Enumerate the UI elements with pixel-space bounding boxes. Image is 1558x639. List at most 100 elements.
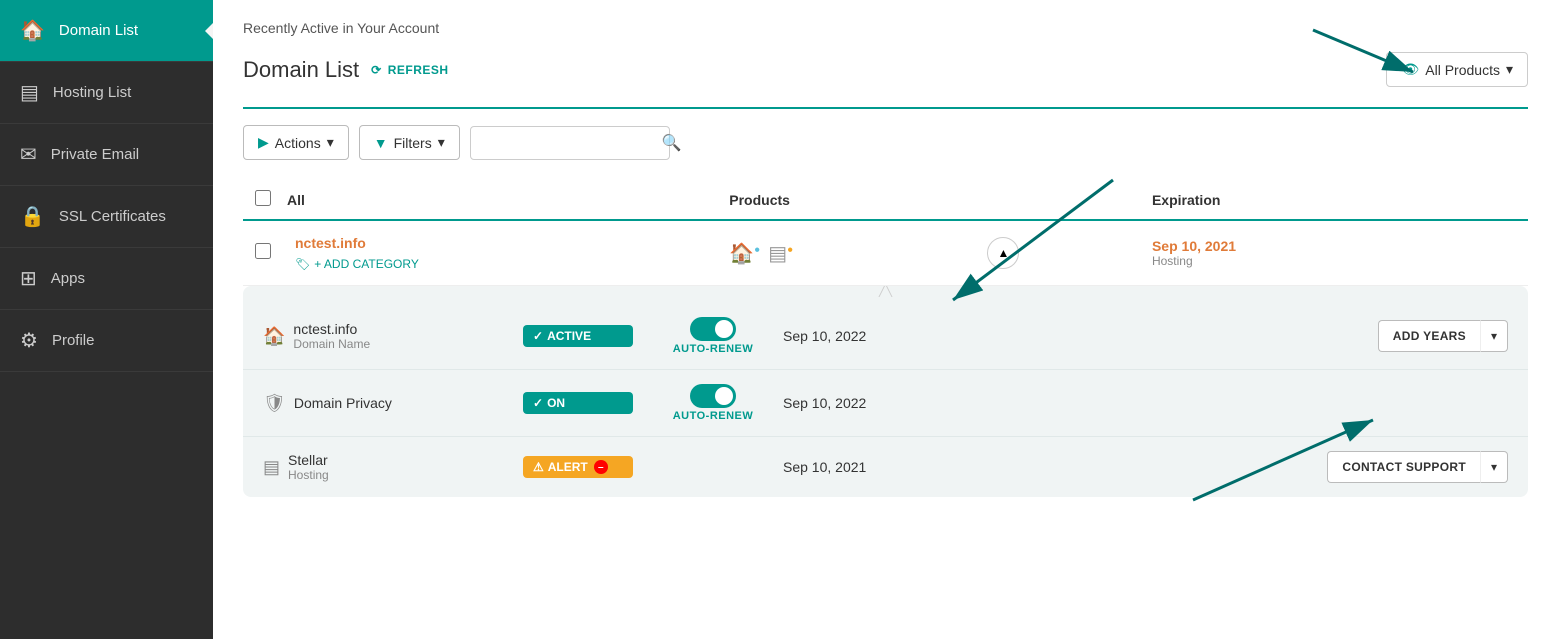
status-badge-alert: ⚠ ALERT – <box>523 456 633 478</box>
section-divider <box>243 107 1528 109</box>
lock-icon: 🔒 <box>20 204 45 229</box>
sidebar-item-apps[interactable]: ⊞ Apps <box>0 248 213 310</box>
sidebar-item-label: Apps <box>51 270 85 287</box>
checkmark-icon: ✓ <box>533 329 543 343</box>
sidebar-item-profile[interactable]: ⚙ Profile <box>0 310 213 372</box>
expanded-panel-row: ▲ 🏠 nctest.info Domain Name <box>243 286 1528 508</box>
domain-name-cell: nctest.info 🏷 + ADD CATEGORY <box>283 220 717 286</box>
expiration-date: Sep 10, 2022 <box>783 395 963 411</box>
chevron-down-icon: ▾ <box>438 134 445 151</box>
stellar-sub: Hosting <box>288 468 329 482</box>
domain-link[interactable]: nctest.info <box>295 235 366 251</box>
add-years-dropdown[interactable]: ▾ <box>1480 320 1508 352</box>
expiration-sub: Hosting <box>1152 254 1445 268</box>
table-header: All Products Expiration <box>243 180 1528 220</box>
table-row: nctest.info 🏷 + ADD CATEGORY 🏠● ▤● ▲ <box>243 220 1528 286</box>
domain-products-cell: 🏠● ▤● <box>717 220 975 286</box>
sidebar-item-private-email[interactable]: ✉ Private Email <box>0 124 213 186</box>
expiration-date: Sep 10, 2022 <box>783 328 963 344</box>
main-content: Recently Active in Your Account Domain L… <box>213 0 1558 639</box>
select-all-checkbox[interactable] <box>255 190 271 206</box>
domain-action-cell <box>1457 220 1528 286</box>
stellar-name: ▤ Stellar Hosting <box>263 452 523 482</box>
status-col: ✓ ACTIVE <box>523 325 643 347</box>
row-checkbox[interactable] <box>255 243 271 259</box>
alert-icon: ⚠ <box>533 460 544 474</box>
tag-icon: 🏷 <box>295 257 310 271</box>
expanded-row: 🛡 Domain Privacy ✓ ON <box>243 370 1528 437</box>
domain-list-title: Domain List ⟳ REFRESH <box>243 57 449 83</box>
domain-table: All Products Expiration nctest.info <box>243 180 1528 507</box>
gear-icon: ⚙ <box>20 328 38 353</box>
auto-renew-col: AUTO-RENEW <box>643 384 783 422</box>
filter-icon: ▼ <box>374 135 388 151</box>
action-btn-group: ADD YEARS ▾ <box>1378 320 1508 352</box>
play-icon: ▶ <box>258 134 269 151</box>
auto-renew-toggle[interactable] <box>690 317 736 341</box>
auto-renew-col: AUTO-RENEW <box>643 317 783 355</box>
email-icon: ✉ <box>20 142 37 167</box>
expanded-name-sub: Domain Name <box>293 337 370 351</box>
sidebar-item-label: Hosting List <box>53 84 131 101</box>
refresh-button[interactable]: ⟳ REFRESH <box>371 63 448 77</box>
sidebar-item-label: Private Email <box>51 146 139 163</box>
refresh-icon: ⟳ <box>371 63 382 77</box>
checkbox-header <box>243 180 283 220</box>
home-icon: 🏠 <box>20 18 45 43</box>
expanded-panel: ▲ 🏠 nctest.info Domain Name <box>243 286 1528 497</box>
expand-button[interactable]: ▲ <box>987 237 1019 269</box>
expiration-date: Sep 10, 2021 <box>1152 238 1445 254</box>
stellar-row: ▤ Stellar Hosting ⚠ ALERT – <box>243 437 1528 497</box>
status-badge-active: ✓ ACTIVE <box>523 325 633 347</box>
auto-renew-toggle[interactable] <box>690 384 736 408</box>
server-icon: ▤● <box>768 241 793 266</box>
all-products-button[interactable]: 👁 All Products ▾ <box>1386 52 1528 87</box>
contact-support-dropdown[interactable]: ▾ <box>1480 451 1508 483</box>
sidebar-item-domain-list[interactable]: 🏠 Domain List <box>0 0 213 62</box>
col-all: All <box>283 180 717 220</box>
auto-renew-label: AUTO-RENEW <box>673 410 754 422</box>
sidebar-item-label: SSL Certificates <box>59 208 166 225</box>
col-expiration: Expiration <box>1140 180 1457 220</box>
col-actions <box>1457 180 1528 220</box>
sidebar-item-hosting-list[interactable]: ▤ Hosting List <box>0 62 213 124</box>
status-badge-on: ✓ ON <box>523 392 633 414</box>
expanded-name: 🏠 nctest.info Domain Name <box>263 321 523 351</box>
stellar-name-text: Stellar <box>288 452 329 468</box>
page-title: Domain List <box>243 57 359 83</box>
search-input[interactable] <box>481 135 662 151</box>
table-body: nctest.info 🏷 + ADD CATEGORY 🏠● ▤● ▲ <box>243 220 1528 507</box>
recently-active-label: Recently Active in Your Account <box>243 20 1528 36</box>
chevron-down-icon: ▾ <box>1506 61 1513 78</box>
row-checkbox-cell <box>243 220 283 286</box>
domain-icon: 🏠 <box>263 326 285 347</box>
domain-icons: 🏠● ▤● <box>729 241 963 266</box>
domain-expiration-cell: Sep 10, 2021 Hosting <box>1140 220 1457 286</box>
stellar-action-group: CONTACT SUPPORT ▾ <box>1327 451 1508 483</box>
add-category-label[interactable]: 🏷 + ADD CATEGORY <box>295 257 705 271</box>
status-col: ✓ ON <box>523 392 643 414</box>
add-years-button[interactable]: ADD YEARS <box>1378 320 1480 352</box>
expanded-row: 🏠 nctest.info Domain Name ✓ ACTIVE <box>243 303 1528 370</box>
sidebar-item-label: Profile <box>52 332 95 349</box>
col-products: Products <box>717 180 975 220</box>
server-icon: ▤ <box>20 80 39 105</box>
search-box: 🔍 <box>470 126 670 160</box>
domain-list-header: Domain List ⟳ REFRESH 👁 All Products ▾ <box>243 52 1528 87</box>
auto-renew-label: AUTO-RENEW <box>673 343 754 355</box>
contact-support-button[interactable]: CONTACT SUPPORT <box>1327 451 1480 483</box>
apps-icon: ⊞ <box>20 266 37 291</box>
toolbar: ▶ Actions ▾ ▼ Filters ▾ 🔍 <box>243 125 1528 160</box>
eye-icon: 👁 <box>1401 61 1419 78</box>
expanded-name-text: nctest.info <box>293 321 370 337</box>
actions-button[interactable]: ▶ Actions ▾ <box>243 125 349 160</box>
stellar-expiration: Sep 10, 2021 <box>783 459 963 475</box>
sidebar-item-label: Domain List <box>59 22 138 39</box>
checkmark-icon: ✓ <box>533 396 543 410</box>
filters-button[interactable]: ▼ Filters ▾ <box>359 125 460 160</box>
house-icon: 🏠● <box>729 241 760 266</box>
sidebar-item-ssl-certificates[interactable]: 🔒 SSL Certificates <box>0 186 213 248</box>
col-status <box>975 180 1140 220</box>
expanded-panel-cell: ▲ 🏠 nctest.info Domain Name <box>243 286 1528 508</box>
chevron-down-icon: ▾ <box>327 134 334 151</box>
